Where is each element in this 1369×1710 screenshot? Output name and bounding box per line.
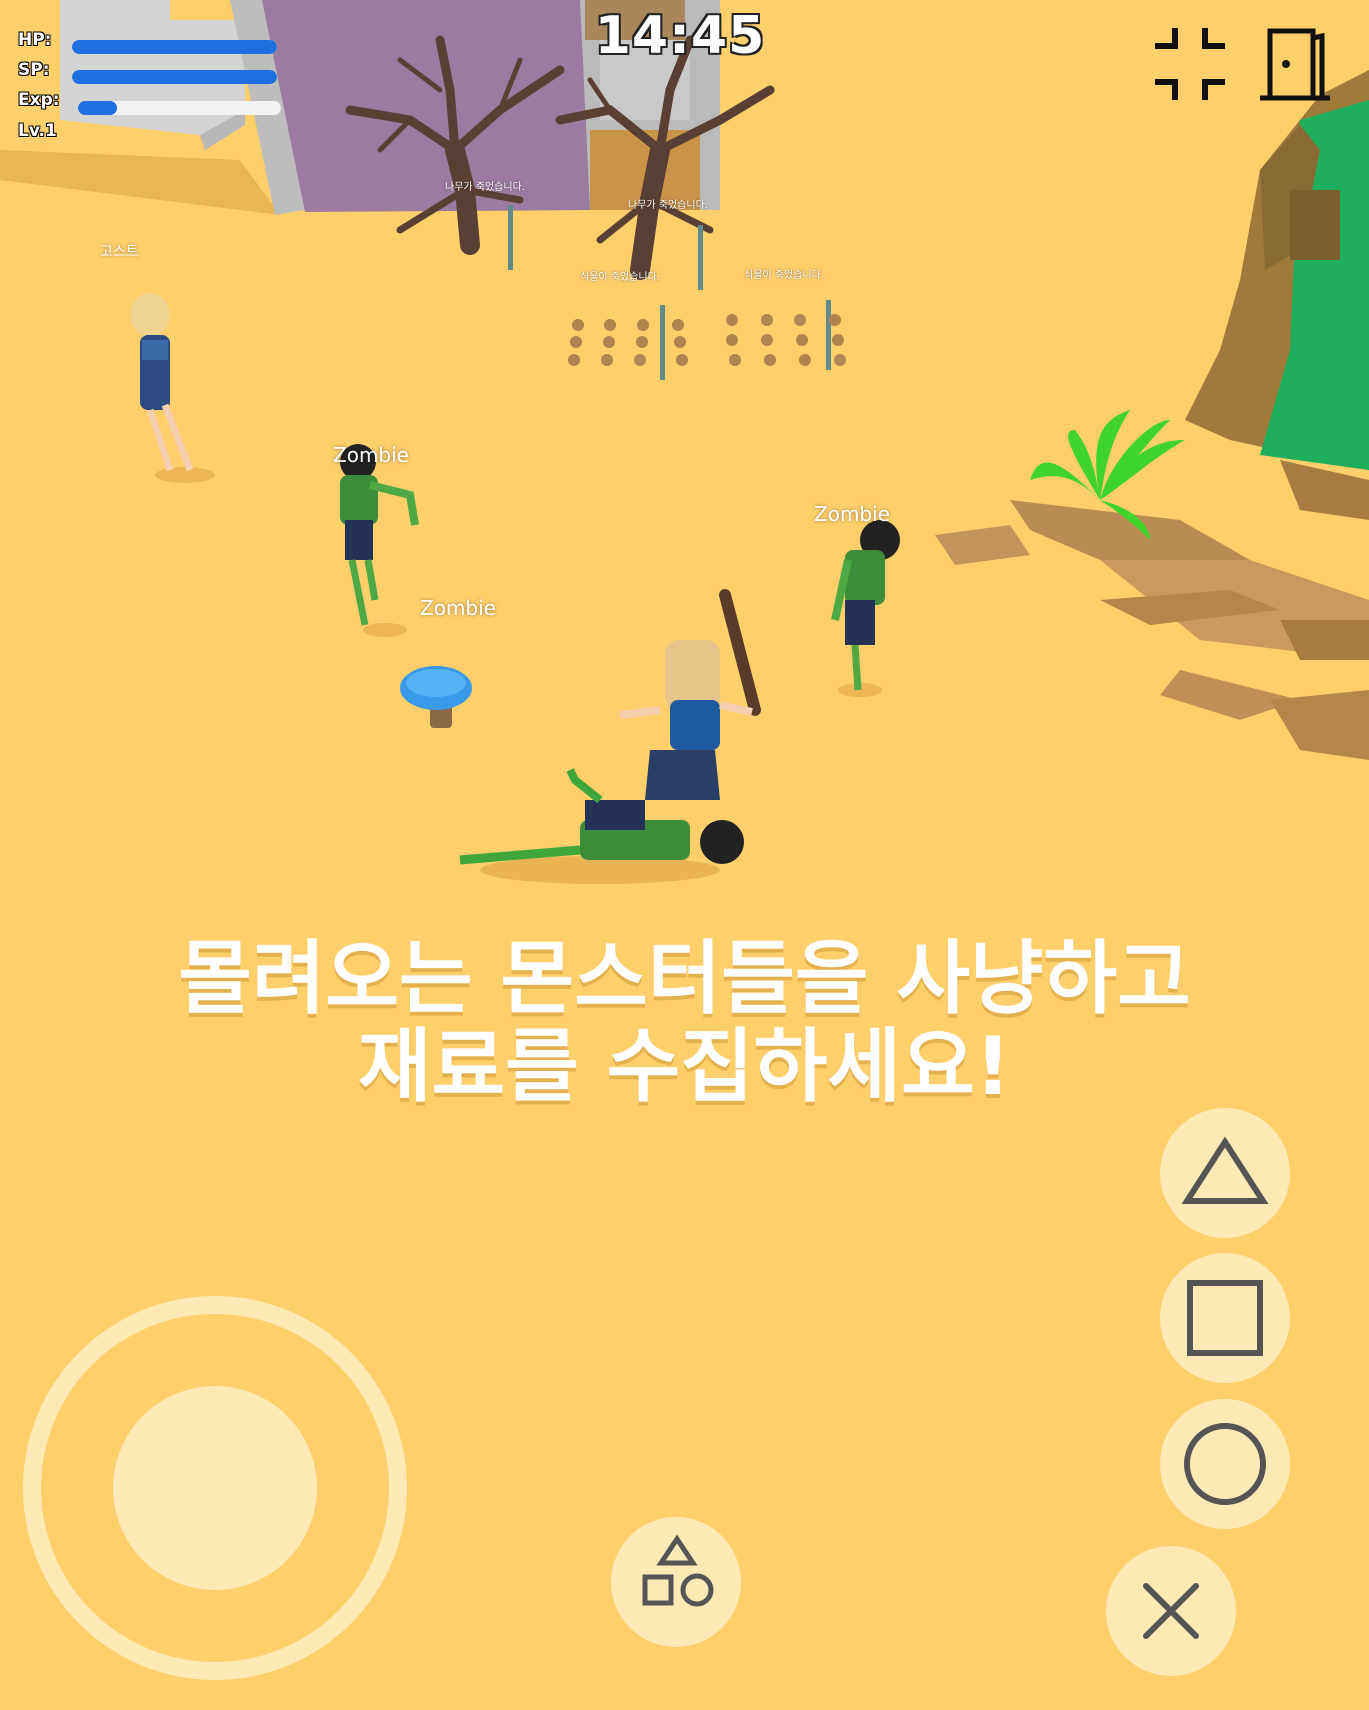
skill-menu-button[interactable] [611,1517,741,1647]
zombie-nameplate: Zombie [814,502,890,526]
triangle-icon [1181,1136,1269,1204]
fullscreen-button[interactable] [1150,26,1230,102]
ghost-nameplate: 고스트 [100,244,139,260]
fullscreen-corners-icon [1155,28,1225,100]
cross-icon [1143,1583,1199,1639]
hp-bar [72,40,277,54]
hp-bar-fill [72,40,277,54]
world-notice: 나무가 죽었습니다. [445,182,525,193]
shapes-menu-icon [642,1534,714,1607]
zombie-enemy [340,444,419,637]
sp-bar [72,70,277,84]
exit-button[interactable] [1258,26,1332,102]
circle-button[interactable] [1160,1399,1290,1529]
ghost-npc [130,293,215,483]
square-button[interactable] [1160,1253,1290,1383]
game-clock: 14:45 [594,6,766,66]
fence-posts [508,205,831,380]
zombie-nameplate: Zombie [420,596,496,620]
virtual-joystick[interactable] [22,1295,408,1681]
promo-caption-line2: 재료를 수집하세요! [357,1020,1012,1113]
triangle-button[interactable] [1160,1108,1290,1238]
crop-field [568,314,846,366]
cross-button[interactable] [1106,1546,1236,1676]
exp-bar-fill [78,101,117,115]
exp-bar [78,101,281,115]
zombie-nameplate: Zombie [333,443,409,467]
level-label: Lv.1 [18,121,57,141]
promo-caption-line1: 몰려오는 몬스터들을 사냥하고 [178,932,1191,1025]
world-notice: 식물이 죽었습니다. [580,272,660,283]
purple-building [262,0,590,212]
exit-door-icon [1260,28,1330,101]
player-character [619,589,761,800]
blue-mushroom [400,666,472,728]
world-notice: 나무가 죽었습니다. [628,200,708,211]
world-notice: 식물이 죽었습니다. [744,270,824,281]
circle-icon [1184,1423,1266,1505]
exp-label: Exp: [18,90,60,110]
joystick-ring-icon [23,1296,407,1680]
hp-label: HP: [18,30,52,50]
sp-bar-fill [72,70,277,84]
wood-planks [935,460,1369,760]
game-screen: { "hud": { "hp_label": "HP:", "sp_label"… [0,0,1369,1710]
square-icon [1187,1280,1263,1356]
zombie-enemy [831,520,900,697]
sp-label: SP: [18,60,50,80]
